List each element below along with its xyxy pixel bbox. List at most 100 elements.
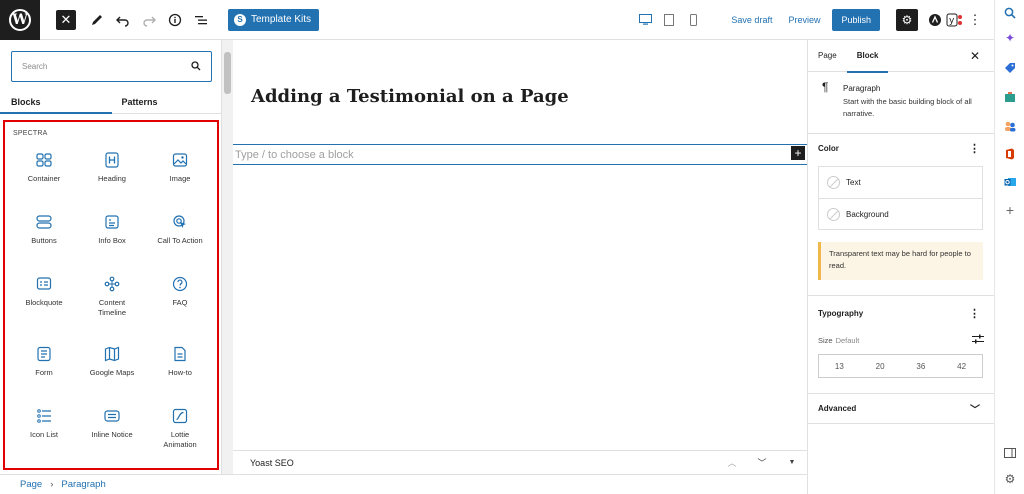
block-item-info-box[interactable]: Info Box (79, 214, 145, 246)
color-section: Color ⋮ Text Background Transparent text… (808, 134, 994, 296)
search-icon (191, 58, 201, 76)
block-item-google-maps[interactable]: Google Maps (79, 346, 145, 378)
block-item-container[interactable]: Container (11, 152, 77, 184)
inserter-scrollbar[interactable] (222, 40, 233, 474)
search-icon[interactable] (1003, 6, 1017, 20)
block-item-label: Google Maps (89, 368, 135, 377)
astra-icon[interactable] (926, 0, 944, 40)
search-input[interactable]: Search (11, 51, 212, 82)
block-item-icon-list[interactable]: Icon List (11, 408, 77, 440)
mobile-preview-icon[interactable] (681, 13, 705, 26)
redo-icon[interactable] (136, 0, 162, 40)
paragraph-block[interactable]: Type / to choose a block + (233, 144, 807, 165)
lottie-animation-icon (172, 408, 188, 424)
more-options-icon[interactable]: ⋮ (969, 307, 980, 320)
google-maps-icon (104, 346, 120, 362)
list-view-icon[interactable] (188, 0, 214, 40)
advanced-title: Advanced (818, 403, 857, 413)
block-item-blockquote[interactable]: Blockquote (11, 276, 77, 308)
pencil-icon[interactable] (84, 0, 110, 40)
shopping-tag-icon[interactable] (1003, 61, 1017, 75)
more-options-icon[interactable]: ⋮ (966, 0, 984, 40)
save-draft-button[interactable]: Save draft (731, 15, 772, 25)
background-swatch-icon (827, 207, 840, 221)
move-up-icon[interactable]: ︿ (717, 456, 747, 469)
block-item-content-timeline[interactable]: Content Timeline (79, 276, 145, 318)
preview-button[interactable]: Preview (788, 15, 820, 25)
paragraph-placeholder: Type / to choose a block (235, 148, 354, 161)
sidebar-toggle-icon[interactable] (1003, 446, 1017, 460)
close-inserter-button[interactable]: ✕ (56, 9, 76, 30)
add-icon[interactable]: + (1003, 202, 1017, 218)
outlook-icon[interactable] (1003, 175, 1017, 189)
tablet-preview-icon[interactable] (657, 13, 681, 26)
advanced-header[interactable]: Advanced ﹀ (808, 394, 994, 422)
info-icon[interactable] (162, 0, 188, 40)
text-swatch-icon (827, 176, 840, 189)
color-header[interactable]: Color ⋮ (808, 134, 994, 162)
chevron-down-icon[interactable]: ﹀ (747, 456, 777, 469)
desktop-preview-icon[interactable] (633, 14, 657, 25)
how-to-icon (172, 346, 188, 362)
settings-sidebar: Page Block ✕ ¶ Paragraph Start with the … (807, 40, 994, 494)
post-title[interactable]: Adding a Testimonial on a Page (251, 86, 569, 107)
block-item-label: Heading (98, 174, 126, 183)
block-item-heading[interactable]: Heading (79, 152, 145, 184)
size-preset-option[interactable]: 42 (941, 355, 982, 377)
sliders-icon[interactable] (972, 334, 984, 346)
breadcrumb: Page › Paragraph (0, 474, 807, 494)
people-icon[interactable] (1003, 119, 1017, 133)
block-item-label: Image (169, 174, 191, 183)
spectra-logo-icon: S (234, 13, 246, 26)
typography-header[interactable]: Typography ⋮ (808, 296, 994, 330)
wordpress-logo-icon[interactable]: W (0, 0, 40, 40)
content-timeline-icon (104, 276, 120, 292)
tab-page[interactable]: Page (808, 40, 847, 72)
copilot-sparkle-icon[interactable]: ✦ (1003, 31, 1017, 45)
typography-section: Typography ⋮ Size Default 13 20 36 42 (808, 296, 994, 394)
background-color-option[interactable]: Background (819, 198, 982, 229)
breadcrumb-separator-icon: › (50, 479, 54, 490)
undo-icon[interactable] (110, 0, 136, 40)
editor-toolbar: W ✕ S Template Kits Save draft Preview P… (0, 0, 994, 40)
close-icon[interactable]: ✕ (970, 49, 980, 63)
chevron-down-icon[interactable]: ﹀ (970, 401, 980, 416)
gear-icon[interactable]: ⚙ (1003, 472, 1017, 486)
block-item-label: Container (27, 174, 61, 183)
yoast-seo-panel[interactable]: Yoast SEO ︿ ﹀ ▼ (233, 450, 807, 474)
browser-sidebar: ✦ + ⚙ (994, 0, 1024, 494)
container-icon (36, 152, 52, 168)
breadcrumb-paragraph[interactable]: Paragraph (61, 479, 105, 490)
icon-list-icon (36, 408, 52, 424)
advanced-section[interactable]: Advanced ﹀ (808, 394, 994, 424)
block-item-buttons[interactable]: Buttons (11, 214, 77, 246)
tools-briefcase-icon[interactable] (1003, 90, 1017, 104)
size-preset-option[interactable]: 13 (819, 355, 860, 377)
tab-blocks[interactable]: Blocks (0, 90, 112, 114)
block-item-form[interactable]: Form (11, 346, 77, 378)
block-item-faq[interactable]: FAQ (147, 276, 213, 308)
block-item-image[interactable]: Image (147, 152, 213, 184)
more-options-icon[interactable]: ⋮ (969, 142, 980, 155)
text-color-option[interactable]: Text (819, 167, 982, 198)
template-kits-button[interactable]: S Template Kits (228, 8, 320, 31)
block-item-label: Form (35, 368, 53, 377)
block-item-how-to[interactable]: How-to (147, 346, 213, 378)
block-item-inline-notice[interactable]: Inline Notice (79, 408, 145, 440)
text-color-label: Text (846, 178, 861, 187)
office-icon[interactable] (1003, 147, 1017, 161)
toggle-triangle-icon[interactable]: ▼ (777, 459, 807, 466)
size-preset-option[interactable]: 20 (860, 355, 901, 377)
yoast-icon[interactable]: y (944, 0, 966, 40)
tab-patterns[interactable]: Patterns (112, 90, 222, 113)
breadcrumb-page[interactable]: Page (20, 479, 42, 490)
size-preset-option[interactable]: 36 (901, 355, 942, 377)
block-item-call-to-action[interactable]: Call To Action (147, 214, 213, 246)
block-card: ¶ Paragraph Start with the basic buildin… (808, 72, 994, 134)
paragraph-icon: ¶ (822, 80, 829, 94)
tab-block[interactable]: Block (846, 40, 889, 73)
add-block-button[interactable]: + (791, 146, 805, 160)
block-item-lottie-animation[interactable]: Lottie Animation (147, 408, 213, 450)
settings-gear-icon[interactable]: ⚙ (896, 8, 918, 31)
publish-button[interactable]: Publish (832, 8, 880, 31)
